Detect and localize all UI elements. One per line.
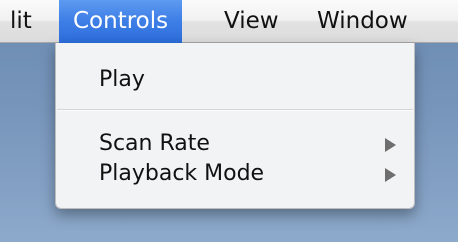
menu-separator: [57, 109, 413, 111]
menubar-item-edit[interactable]: lit: [0, 0, 32, 43]
menu-item-play-label: Play: [99, 67, 145, 92]
menubar-item-controls-label: Controls: [73, 8, 169, 34]
menu-item-playback-mode-label: Playback Mode: [99, 161, 265, 186]
menu-item-play[interactable]: Play: [56, 65, 414, 95]
controls-dropdown-menu: Play Scan Rate Playback Mode: [55, 43, 415, 209]
submenu-arrow-icon: [385, 168, 396, 182]
menubar-item-window[interactable]: Window: [303, 0, 422, 43]
menubar-item-window-label: Window: [317, 8, 408, 34]
menubar-item-controls[interactable]: Controls: [59, 0, 183, 43]
menubar-item-view[interactable]: View: [210, 0, 293, 43]
menubar-item-edit-label: lit: [10, 8, 32, 34]
menubar-item-view-label: View: [224, 8, 279, 34]
submenu-arrow-icon: [385, 138, 396, 152]
menu-bar: lit Controls View Window: [0, 0, 458, 43]
menu-item-scan-rate[interactable]: Scan Rate: [56, 129, 414, 159]
menu-item-playback-mode[interactable]: Playback Mode: [56, 159, 414, 189]
menu-item-scan-rate-label: Scan Rate: [99, 131, 210, 156]
